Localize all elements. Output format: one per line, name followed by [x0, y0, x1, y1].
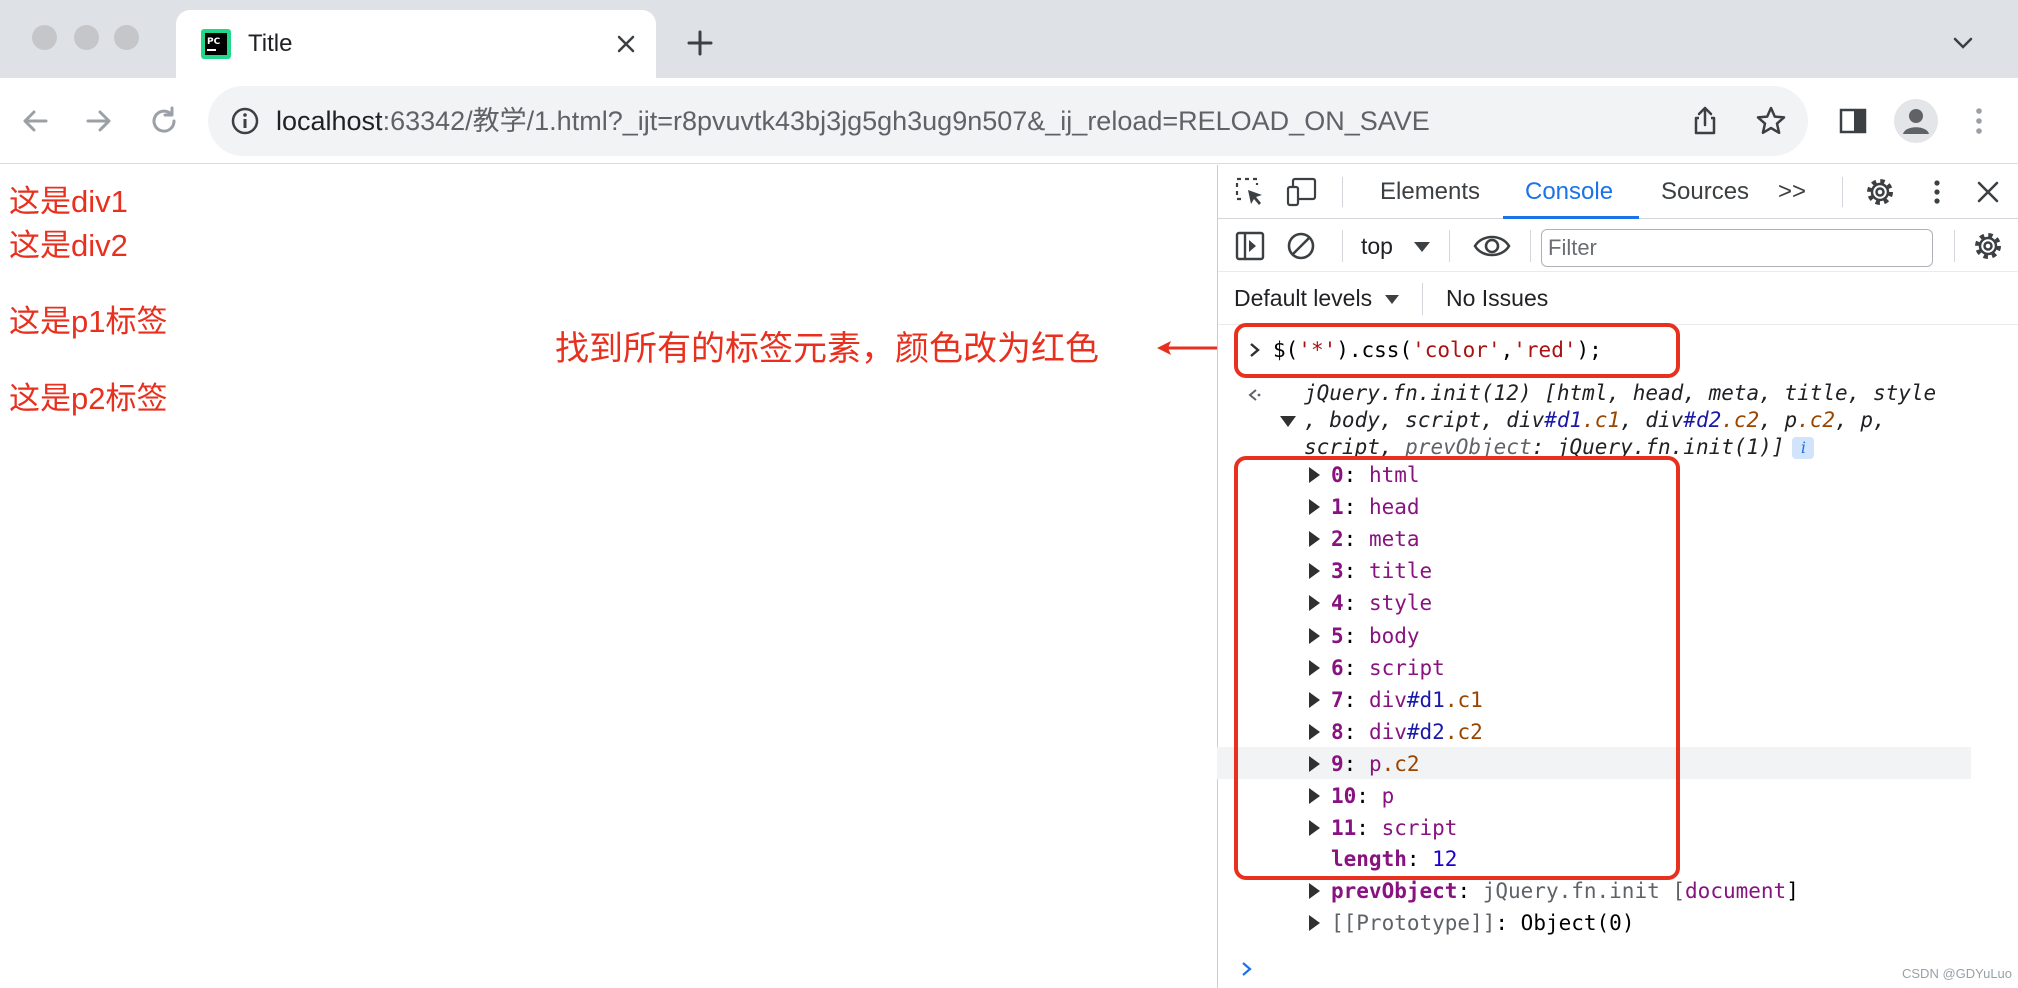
info-badge-icon[interactable]: i — [1792, 437, 1815, 459]
summary-class: .c1 — [1582, 408, 1621, 432]
prototype-value: Object(0) — [1520, 911, 1635, 935]
share-icon[interactable] — [1688, 104, 1722, 138]
separator — [1530, 230, 1531, 262]
window-zoom-dot[interactable] — [114, 25, 139, 50]
summary-class: .c2 — [1721, 408, 1760, 432]
expand-triangle-icon[interactable] — [1309, 883, 1320, 899]
browser-toolbar: localhost:63342/教学/1.html?_ijt=r8pvuvtk4… — [0, 78, 2018, 164]
separator — [1954, 230, 1955, 262]
annotation-text: 找到所有的标签元素，颜色改为红色 — [555, 330, 1099, 368]
side-panel-icon[interactable] — [1836, 104, 1870, 138]
expand-triangle-icon[interactable] — [1309, 915, 1320, 931]
browser-tab[interactable]: PC Title — [176, 10, 656, 78]
summary-part: , p, — [1835, 408, 1886, 432]
svg-text:PC: PC — [207, 37, 221, 47]
devtools-tabbar: Elements Console Sources >> — [1218, 165, 2018, 219]
url-path: :63342/教学/1.html?_ijt=r8pvuvtk43bj3jg5gh… — [382, 106, 1430, 136]
prevobject-key: prevObject — [1331, 879, 1458, 903]
site-info-icon[interactable] — [230, 106, 260, 136]
div1-text: 这是div1 — [9, 184, 128, 219]
back-arrow-icon[interactable] — [18, 104, 52, 138]
more-vertical-icon[interactable] — [1962, 104, 1996, 138]
prototype-key: [[Prototype]] — [1331, 911, 1496, 935]
window-close-dot[interactable] — [32, 25, 57, 50]
separator — [1422, 283, 1423, 315]
filter-field[interactable] — [1541, 229, 1933, 267]
p1-text: 这是p1标签 — [9, 304, 168, 339]
url-text[interactable]: localhost:63342/教学/1.html?_ijt=r8pvuvtk4… — [276, 104, 1430, 138]
bookmark-star-icon[interactable] — [1754, 104, 1788, 138]
web-page: 这是div1 这是div2 这是p1标签 这是p2标签 — [0, 165, 1217, 988]
tab-sources[interactable]: Sources — [1661, 177, 1749, 207]
default-levels-dropdown[interactable]: Default levels — [1234, 283, 1372, 313]
prevobject-close: ] — [1786, 879, 1799, 903]
more-vertical-icon[interactable] — [1921, 176, 1953, 208]
console-prompt-chevron-icon[interactable] — [1240, 960, 1254, 978]
eye-icon[interactable] — [1472, 232, 1512, 260]
highlight-box-items — [1234, 456, 1680, 880]
separator — [1842, 177, 1843, 207]
summary-part: , body, script, div — [1304, 408, 1545, 432]
separator — [1342, 177, 1343, 207]
inspect-element-icon[interactable] — [1234, 176, 1266, 208]
watermark: CSDN @GDYuLuo — [1902, 966, 2013, 981]
annotation-arrow-icon — [1157, 341, 1221, 355]
gear-icon[interactable] — [1864, 176, 1896, 208]
issues-counter[interactable]: No Issues — [1446, 283, 1548, 313]
div2-text: 这是div2 — [9, 228, 128, 263]
prevobject-row[interactable]: prevObject: jQuery.fn.init [document] — [1331, 875, 1799, 907]
prevobject-document: document — [1685, 879, 1787, 903]
summary-part: , p — [1759, 408, 1798, 432]
more-tabs-button[interactable]: >> — [1778, 177, 1806, 207]
reload-icon[interactable] — [147, 104, 181, 138]
device-toolbar-icon[interactable] — [1286, 176, 1318, 208]
filter-input[interactable] — [1542, 230, 1932, 266]
tab-elements[interactable]: Elements — [1380, 177, 1480, 207]
console-toolbar: top — [1218, 220, 2018, 272]
close-icon[interactable] — [612, 30, 640, 58]
summary-class: .c2 — [1797, 408, 1836, 432]
caret-down-icon[interactable] — [1414, 242, 1430, 252]
expand-triangle-icon[interactable] — [1280, 416, 1296, 427]
caret-down-icon[interactable] — [1385, 295, 1399, 304]
tab-title: Title — [248, 30, 293, 57]
prototype-row[interactable]: [[Prototype]]: Object(0) — [1331, 907, 1634, 939]
context-selector[interactable]: top — [1361, 231, 1393, 261]
tab-console[interactable]: Console — [1525, 177, 1613, 207]
window-minimize-dot[interactable] — [74, 25, 99, 50]
address-bar[interactable]: localhost:63342/教学/1.html?_ijt=r8pvuvtk4… — [208, 86, 1808, 156]
pycharm-favicon-icon: PC — [201, 29, 231, 59]
console-levels-bar: Default levels No Issues — [1218, 273, 2018, 325]
url-host: localhost — [276, 106, 383, 136]
console-settings-gear-icon[interactable] — [1972, 230, 2004, 262]
chevron-down-icon[interactable] — [1950, 30, 1976, 56]
forward-arrow-icon[interactable] — [82, 104, 116, 138]
prevobject-value: jQuery.fn.init [ — [1482, 879, 1686, 903]
clear-console-icon[interactable] — [1285, 230, 1317, 262]
summary-id: #d2 — [1683, 408, 1722, 432]
return-arrow-icon — [1248, 389, 1261, 401]
separator — [1449, 230, 1450, 262]
sidebar-toggle-icon[interactable] — [1234, 230, 1266, 262]
new-tab-plus-icon[interactable] — [683, 26, 717, 60]
p2-text: 这是p2标签 — [9, 381, 168, 416]
summary-id: #d1 — [1544, 408, 1583, 432]
separator — [1342, 230, 1343, 262]
summary-part: , div — [1620, 408, 1684, 432]
highlight-box-input — [1234, 323, 1680, 378]
close-devtools-icon[interactable] — [1972, 176, 2004, 208]
profile-avatar-icon[interactable] — [1893, 98, 1939, 144]
tab-strip: PC Title — [0, 0, 2018, 78]
active-tab-indicator — [1503, 216, 1639, 219]
